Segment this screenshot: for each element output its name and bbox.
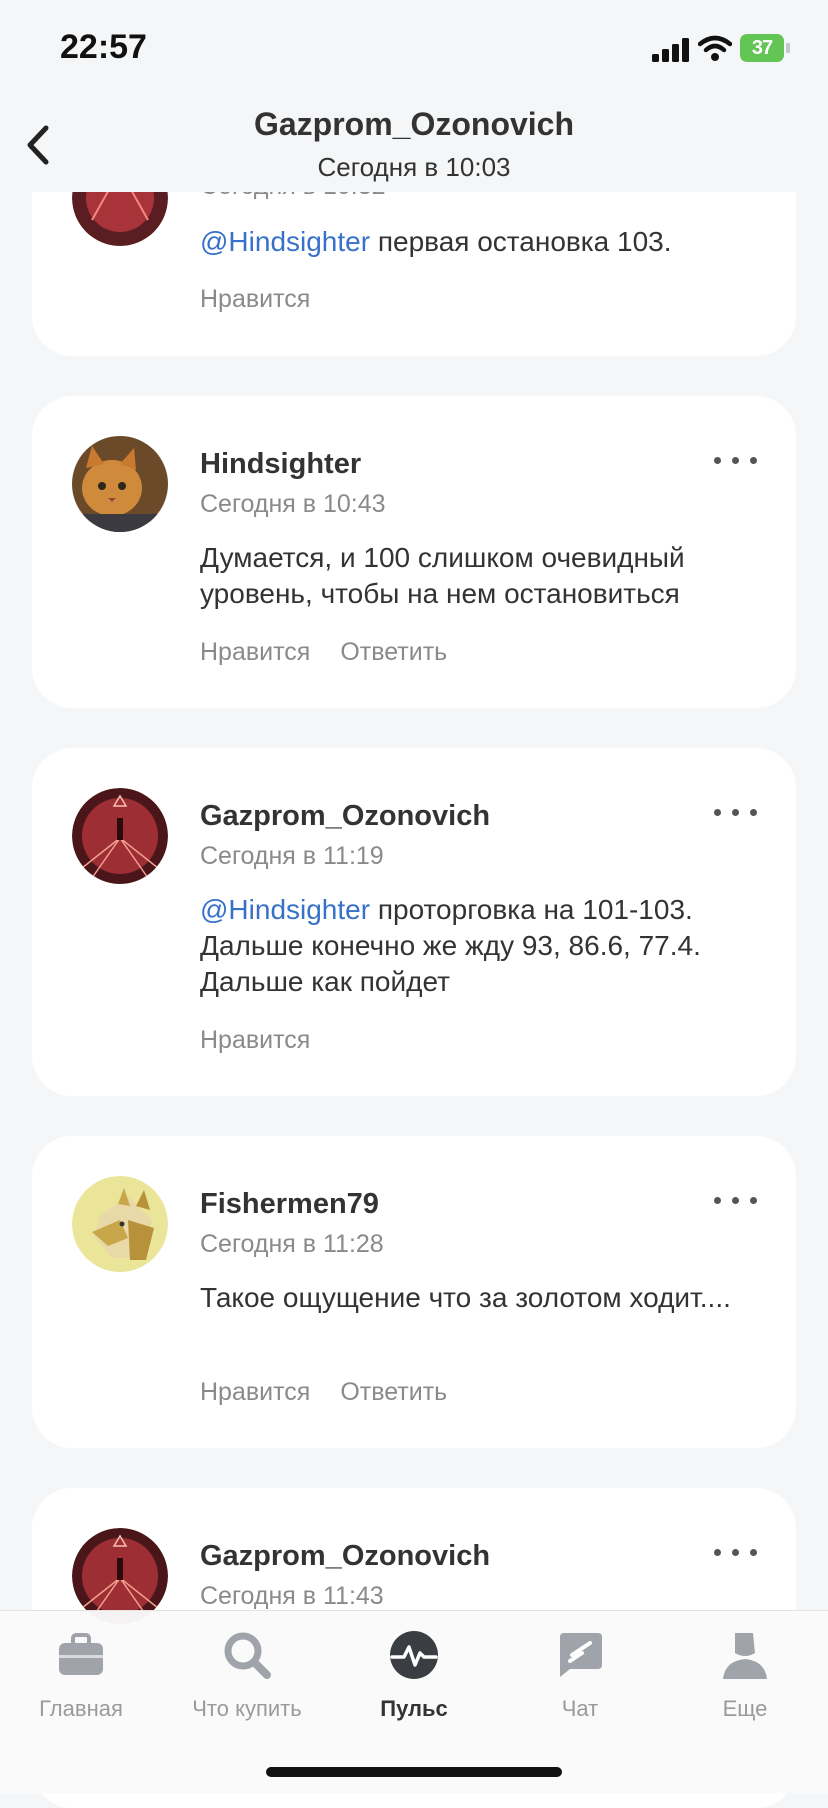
tab-label: Что купить — [192, 1696, 302, 1721]
comment-actions: Нравится — [200, 1026, 340, 1055]
avatar[interactable] — [72, 788, 168, 884]
more-button[interactable] — [714, 1546, 758, 1560]
comment-author[interactable]: Gazprom_Ozonovich — [200, 1540, 490, 1573]
search-icon — [224, 1632, 271, 1679]
battery-level: 37 — [740, 34, 784, 62]
chat-icon — [560, 1633, 602, 1677]
profile-icon — [723, 1633, 767, 1679]
cellular-signal-icon — [652, 38, 689, 62]
reply-button[interactable]: Ответить — [340, 638, 447, 666]
comment-text: Думается, и 100 слишком очевидный уровен… — [200, 542, 685, 609]
status-time: 22:57 — [60, 28, 147, 66]
tab-label: Еще — [722, 1696, 768, 1721]
comment-card: Gazprom_Ozonovich Сегодня в 11:19 @Hinds… — [32, 748, 796, 1096]
avatar[interactable] — [72, 436, 168, 532]
comment-text: Такое ощущение что за золотом ходит.... — [200, 1282, 731, 1313]
tab-label: Главная — [39, 1696, 123, 1721]
battery-icon: 37 — [740, 34, 790, 62]
comment-text: @Hindsighter проторговка на 101-103. Дал… — [200, 894, 701, 997]
avatar[interactable] — [72, 1176, 168, 1272]
more-button[interactable] — [714, 1194, 758, 1208]
more-button[interactable] — [714, 454, 758, 468]
comment-actions: Нравится Ответить — [200, 1378, 477, 1407]
like-button[interactable]: Нравится — [200, 285, 310, 313]
comment-author[interactable]: Hindsighter — [200, 448, 361, 481]
more-button[interactable] — [714, 806, 758, 820]
comment-actions: Нравится Ответить — [200, 638, 477, 667]
like-button[interactable]: Нравится — [200, 638, 310, 666]
comment-actions: Нравится — [200, 285, 340, 314]
tab-label: Пульс — [380, 1696, 448, 1721]
page-title: Gazprom_Ozonovich — [253, 106, 575, 142]
navigation-header: Gazprom_Ozonovich Сегодня в 10:03 — [0, 100, 828, 192]
comment-author[interactable]: Fishermen79 — [200, 1188, 379, 1221]
comment-text: @Hindsighter первая остановка 103. — [200, 226, 672, 257]
tab-bar: Главная Что купить Пульс Чат Еще — [0, 1610, 828, 1793]
comments-feed[interactable]: Сегодня в 10:32 @Hindsighter первая оста… — [0, 0, 828, 1808]
comment-time: Сегодня в 11:19 — [200, 842, 384, 870]
tab-what-to-buy[interactable]: Что купить — [172, 1629, 322, 1722]
tab-label: Чат — [561, 1696, 599, 1721]
comment-time: Сегодня в 11:43 — [200, 1582, 384, 1610]
reply-button[interactable]: Ответить — [340, 1378, 447, 1406]
like-button[interactable]: Нравится — [200, 1378, 310, 1406]
comment-card: Hindsighter Сегодня в 10:43 Думается, и … — [32, 396, 796, 708]
comment-author[interactable]: Gazprom_Ozonovich — [200, 800, 490, 833]
status-bar: 22:57 37 — [0, 0, 828, 100]
like-button[interactable]: Нравится — [200, 1026, 310, 1054]
comment-card: Fishermen79 Сегодня в 11:28 Такое ощущен… — [32, 1136, 796, 1448]
tab-more[interactable]: Еще — [670, 1629, 820, 1722]
mention-link[interactable]: @Hindsighter — [200, 226, 370, 257]
briefcase-icon — [59, 1633, 103, 1675]
mention-link[interactable]: @Hindsighter — [200, 894, 370, 925]
home-indicator — [266, 1767, 562, 1777]
pulse-icon — [390, 1631, 438, 1679]
page-subtitle: Сегодня в 10:03 — [317, 152, 511, 182]
tab-pulse[interactable]: Пульс — [339, 1629, 489, 1722]
comment-time: Сегодня в 10:43 — [200, 490, 386, 518]
comment-time: Сегодня в 11:28 — [200, 1230, 384, 1258]
tab-chat[interactable]: Чат — [505, 1629, 655, 1722]
wifi-icon — [698, 35, 732, 61]
tab-home[interactable]: Главная — [6, 1629, 156, 1722]
